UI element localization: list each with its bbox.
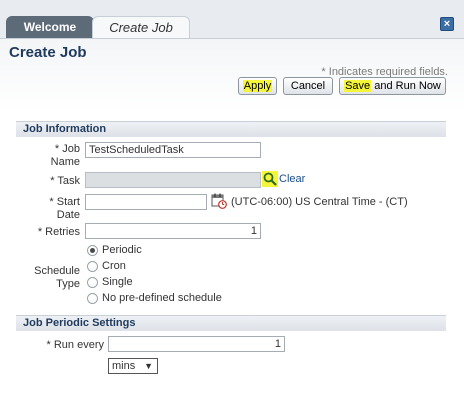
create-job-pane: Create Job * Indicates required fields. … xyxy=(0,38,464,417)
close-tab-icon[interactable]: × xyxy=(440,17,454,31)
schedule-type-label-line2: Type xyxy=(56,278,80,290)
start-date-label-line1: * Start xyxy=(49,196,80,208)
job-information-title: Job Information xyxy=(23,123,107,135)
run-every-input[interactable]: 1 xyxy=(108,336,285,352)
job-name-label-line2: Name xyxy=(50,156,80,168)
page-header: Create Job * Indicates required fields. … xyxy=(0,39,464,111)
run-every-label: * Run every xyxy=(46,339,104,351)
save-and-run-label: and Run Now xyxy=(371,80,441,92)
task-input xyxy=(85,172,261,188)
apply-button[interactable]: Apply xyxy=(238,77,277,95)
schedule-type-label: Schedule Type xyxy=(20,265,80,291)
cancel-button-label: Cancel xyxy=(290,80,326,92)
retries-label: * Retries xyxy=(37,226,80,238)
schedule-option-periodic[interactable]: Periodic xyxy=(87,243,142,257)
schedule-option-label: Cron xyxy=(102,260,126,272)
clear-link[interactable]: Clear xyxy=(279,173,305,185)
job-name-label-line1: * Job xyxy=(54,143,80,155)
retries-input[interactable]: 1 xyxy=(85,223,261,239)
tab-welcome[interactable]: Welcome xyxy=(6,16,94,38)
calendar-icon[interactable] xyxy=(211,193,227,209)
schedule-option-single[interactable]: Single xyxy=(87,275,133,289)
radio-icon[interactable] xyxy=(87,260,98,272)
radio-icon[interactable] xyxy=(87,276,98,288)
radio-icon[interactable] xyxy=(87,244,98,256)
job-information-header: Job Information xyxy=(16,121,446,137)
timezone-text: (UTC-06:00) US Central Time - (CT) xyxy=(231,196,408,208)
schedule-option-cron[interactable]: Cron xyxy=(87,259,126,273)
interval-unit-value: mins xyxy=(112,360,136,372)
schedule-option-label: Periodic xyxy=(102,244,142,256)
job-name-input[interactable]: TestScheduledTask xyxy=(85,142,261,158)
start-date-label: * Start Date xyxy=(30,196,80,222)
chevron-down-icon: ▼ xyxy=(144,361,153,371)
task-label: * Task xyxy=(50,175,80,187)
cancel-button[interactable]: Cancel xyxy=(283,77,333,95)
save-label: Save xyxy=(344,80,372,92)
schedule-type-label-line1: Schedule xyxy=(34,265,80,277)
schedule-option-label: Single xyxy=(102,276,133,288)
start-date-input[interactable] xyxy=(85,194,207,210)
interval-unit-select[interactable]: mins ▼ xyxy=(108,358,158,374)
apply-button-label: Apply xyxy=(242,80,273,92)
job-name-label: * Job Name xyxy=(30,143,80,169)
tab-create-job[interactable]: Create Job xyxy=(92,16,190,38)
start-date-label-line2: Date xyxy=(56,209,80,221)
search-icon[interactable] xyxy=(262,171,278,187)
tab-bar: Welcome Create Job × xyxy=(0,0,464,38)
periodic-settings-title: Job Periodic Settings xyxy=(23,317,136,329)
save-and-run-button[interactable]: Save and Run Now xyxy=(339,77,446,95)
schedule-option-label: No pre-defined schedule xyxy=(102,292,222,304)
schedule-option-none[interactable]: No pre-defined schedule xyxy=(87,291,222,305)
radio-icon[interactable] xyxy=(87,292,98,304)
periodic-settings-header: Job Periodic Settings xyxy=(16,315,446,331)
page-title: Create Job xyxy=(9,44,87,61)
